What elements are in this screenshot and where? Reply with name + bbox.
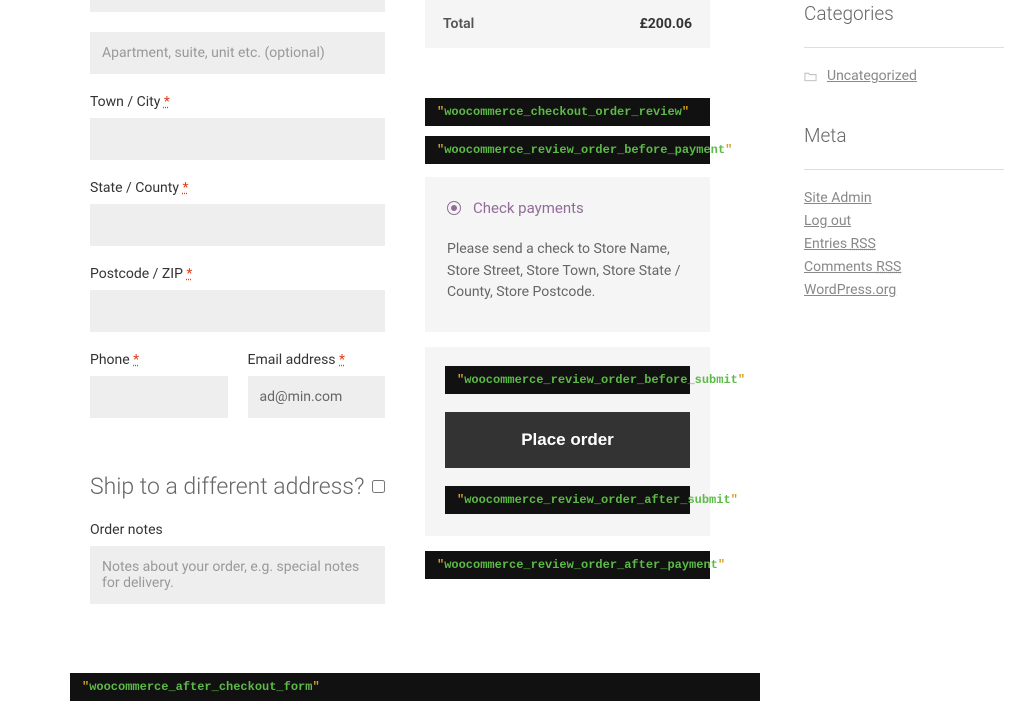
meta-links-list: Site Admin Log out Entries RSS Comments … [804, 190, 1004, 298]
apartment-input[interactable] [90, 32, 385, 74]
hook-checkout-order-review: "woocommerce_checkout_order_review" [425, 98, 710, 126]
category-link-uncategorized[interactable]: Uncategorized [827, 68, 917, 84]
total-label: Total [443, 16, 474, 32]
phone-label: Phone * [90, 352, 228, 368]
categories-heading: Categories [804, 2, 1004, 25]
order-review-panel: Total £200.06 "woocommerce_checkout_orde… [425, 0, 710, 628]
meta-link-site-admin[interactable]: Site Admin [804, 190, 872, 206]
required-mark: * [133, 352, 139, 368]
street-address-input-partial[interactable] [90, 0, 385, 12]
ship-different-checkbox[interactable] [372, 480, 385, 493]
hook-after-checkout-form: "woocommerce_after_checkout_form" [70, 673, 760, 701]
billing-form: Town / City * State / County * Postcode … [20, 0, 385, 628]
required-mark: * [182, 180, 188, 196]
ship-different-heading: Ship to a different address? [90, 473, 364, 500]
state-county-label: State / County * [90, 180, 385, 196]
required-mark: * [186, 266, 192, 282]
submit-box: "woocommerce_review_order_before_submit"… [425, 347, 710, 536]
meta-link-entries-rss[interactable]: Entries RSS [804, 236, 876, 252]
phone-input[interactable] [90, 376, 228, 418]
order-notes-label: Order notes [90, 522, 385, 538]
hook-review-before-submit: "woocommerce_review_order_before_submit" [445, 366, 690, 394]
payment-method-label: Check payments [473, 199, 584, 217]
order-total-row: Total £200.06 [425, 0, 710, 48]
town-city-label: Town / City * [90, 94, 385, 110]
hook-review-after-submit: "woocommerce_review_order_after_submit" [445, 486, 690, 514]
total-value: £200.06 [639, 16, 692, 32]
payment-methods-box: Check payments Please send a check to St… [425, 177, 710, 332]
hook-review-before-payment: "woocommerce_review_order_before_payment… [425, 136, 710, 164]
radio-selected-icon [447, 201, 461, 215]
divider [804, 169, 1004, 170]
postcode-input[interactable] [90, 290, 385, 332]
state-county-input[interactable] [90, 204, 385, 246]
email-label: Email address * [248, 352, 386, 368]
meta-link-comments-rss[interactable]: Comments RSS [804, 259, 901, 275]
town-city-input[interactable] [90, 118, 385, 160]
required-mark: * [339, 352, 345, 368]
email-input[interactable] [248, 376, 386, 418]
meta-link-wordpress-org[interactable]: WordPress.org [804, 282, 896, 298]
hook-review-after-payment: "woocommerce_review_order_after_payment" [425, 551, 710, 579]
required-mark: * [164, 94, 170, 110]
payment-method-description: Please send a check to Store Name, Store… [447, 239, 688, 304]
sidebar: Categories Uncategorized Meta Site Admin… [804, 0, 1004, 628]
divider [804, 47, 1004, 48]
place-order-button[interactable]: Place order [445, 412, 690, 468]
postcode-label: Postcode / ZIP * [90, 266, 385, 282]
order-notes-textarea[interactable] [90, 546, 385, 604]
folder-icon [804, 71, 817, 82]
payment-method-check[interactable]: Check payments [447, 199, 688, 217]
meta-heading: Meta [804, 124, 1004, 147]
meta-link-logout[interactable]: Log out [804, 213, 851, 229]
